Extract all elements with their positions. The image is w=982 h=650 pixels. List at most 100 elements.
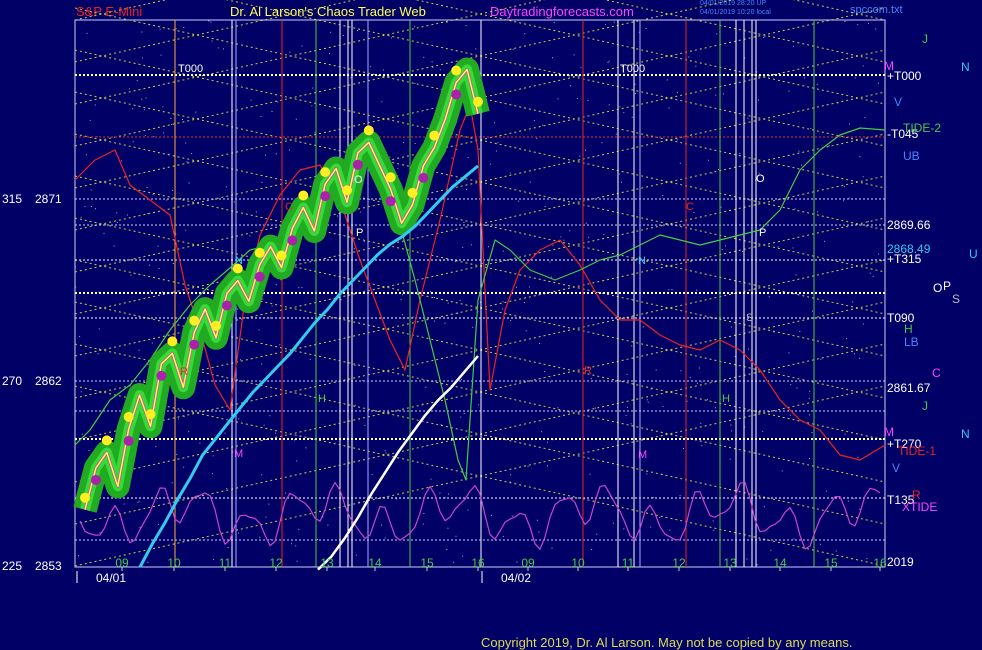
star-dot (715, 407, 716, 409)
star-dot (137, 501, 139, 503)
star-dot (808, 397, 810, 399)
star-dot (730, 424, 732, 426)
x-hour-label: 12 (672, 556, 686, 570)
star-dot (560, 236, 562, 238)
star-dot (512, 515, 514, 517)
star-dot (668, 289, 670, 291)
right-planet-label: LB (904, 335, 919, 349)
x-hour-label: 13 (723, 556, 737, 570)
star-dot (447, 527, 449, 529)
star-dot (353, 248, 355, 250)
star-dot (799, 330, 801, 332)
price-low-marker (254, 271, 265, 282)
star-dot (868, 22, 869, 24)
star-dot (250, 99, 252, 101)
star-dot (820, 358, 822, 360)
star-dot (208, 20, 210, 22)
star-dot (178, 418, 180, 420)
star-dot (385, 452, 387, 454)
right-planet-label: V (892, 461, 900, 475)
white-line (317, 355, 479, 571)
star-dot (157, 498, 158, 499)
star-dot (527, 465, 529, 467)
star-dot (696, 382, 698, 384)
star-dot (279, 344, 281, 346)
top-level-label: T000 (620, 63, 645, 75)
star-dot (138, 500, 140, 502)
star-dot (176, 453, 178, 455)
star-dot (434, 297, 435, 298)
star-dot (573, 54, 575, 56)
star-dot (669, 529, 671, 531)
star-dot (381, 524, 382, 526)
star-dot (688, 56, 690, 58)
star-dot (557, 98, 559, 100)
star-dot (456, 149, 458, 151)
star-dot (439, 69, 441, 71)
star-dot (603, 234, 605, 236)
star-dot (495, 150, 497, 152)
star-dot (631, 116, 633, 118)
star-dot (768, 296, 770, 298)
star-dot (86, 32, 88, 34)
star-dot (494, 122, 496, 124)
star-dot (80, 391, 82, 393)
star-dot (226, 488, 228, 490)
price-low-marker (385, 196, 396, 207)
star-dot (634, 83, 636, 85)
star-dot (528, 286, 530, 288)
star-dot (746, 558, 748, 560)
star-dot (512, 48, 514, 50)
star-dot (792, 45, 794, 47)
right-planet-label: N (961, 60, 970, 74)
star-dot (877, 82, 879, 84)
star-dot (641, 438, 643, 440)
star-dot (816, 211, 818, 213)
star-dot (857, 24, 859, 26)
star-dot (166, 199, 168, 201)
x-hour-label: 09 (115, 556, 129, 570)
star-dot (296, 460, 298, 462)
inner-planet-label: O (756, 173, 765, 185)
star-dot (646, 473, 648, 475)
star-dot (350, 77, 352, 79)
star-dot (403, 142, 404, 144)
star-dot (147, 363, 149, 365)
star-dot (711, 172, 713, 174)
right-planet-label: J (922, 399, 928, 413)
star-dot (182, 119, 183, 120)
star-dot (619, 173, 621, 175)
star-dot (298, 528, 300, 530)
star-dot (655, 369, 657, 371)
star-dot (647, 401, 649, 403)
star-dot (170, 118, 172, 119)
star-dot (569, 85, 571, 87)
inner-planet-label: H (318, 393, 326, 405)
star-dot (607, 61, 609, 63)
star-dot (659, 516, 661, 518)
star-dot (171, 482, 173, 484)
star-dot (363, 240, 365, 242)
star-dot (161, 291, 163, 293)
right-level-label: 2861.67 (887, 381, 931, 395)
star-dot (552, 244, 554, 246)
star-dot (98, 328, 100, 330)
star-dot (563, 239, 565, 241)
star-dot (698, 367, 700, 369)
star-dot (275, 284, 277, 286)
inner-planet-label: S (746, 312, 753, 324)
star-dot (431, 226, 432, 228)
star-dot (439, 492, 441, 494)
gann-line-up (74, 0, 357, 63)
star-dot (853, 498, 855, 500)
star-dot (146, 187, 148, 188)
star-dot (402, 294, 403, 296)
star-dot (731, 430, 733, 432)
star-dot (576, 74, 578, 76)
star-dot (261, 363, 263, 365)
star-dot (650, 388, 652, 390)
star-dot (781, 470, 783, 472)
star-dot (147, 561, 149, 563)
star-dot (455, 179, 457, 181)
inner-planet-label: M (234, 448, 243, 460)
